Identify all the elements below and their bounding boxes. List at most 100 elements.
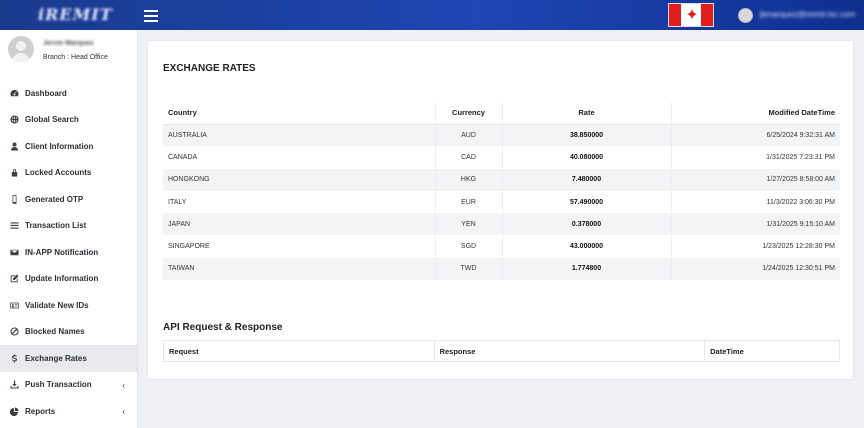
sidebar-item-exchange-rates[interactable]: Exchange Rates: [0, 345, 137, 372]
exchange-rates-table: Country Currency Rate Modified DateTime …: [163, 102, 840, 281]
table-row: AUSTRALIA AUD 38.850000 6/25/2024 9:32:3…: [163, 124, 840, 147]
cell-currency: HKG: [434, 168, 502, 191]
table-row: CANADA CAD 40.080000 1/31/2025 7:23:31 P…: [163, 146, 840, 169]
sidebar-item-label: Validate New IDs: [25, 300, 89, 310]
cell-rate: 7.480000: [501, 168, 671, 191]
sidebar-item-label: Dashboard: [25, 88, 67, 98]
api-request-response-table: Request Response DateTime: [163, 340, 840, 362]
column-header-datetime[interactable]: DateTime: [704, 340, 840, 362]
top-bar: iREMIT ✦ jbmarquez@iremit-inc.com: [0, 0, 864, 30]
cell-rate: 57.490000: [501, 190, 671, 214]
menu-toggle-icon[interactable]: [144, 8, 158, 22]
cell-currency: AUD: [434, 124, 502, 147]
cell-currency: CAD: [434, 146, 502, 169]
sidebar-item-global-search[interactable]: Global Search: [0, 107, 137, 134]
sidebar-nav: Dashboard Global Search Client Informati…: [0, 80, 137, 425]
column-header-response[interactable]: Response: [433, 340, 705, 362]
sidebar-item-dashboard[interactable]: Dashboard: [0, 80, 137, 107]
sidebar-item-label: Generated OTP: [25, 194, 84, 204]
table-row: JAPAN YEN 0.378000 1/31/2025 9:15:10 AM: [163, 213, 840, 236]
cell-country: HONGKONG: [168, 176, 210, 184]
user-avatar[interactable]: [738, 8, 753, 23]
cell-currency: SGD: [434, 235, 502, 258]
cell-modified-datetime: 1/31/2025 7:23:31 PM: [670, 146, 840, 169]
cell-rate: 43.000000: [501, 235, 671, 258]
sidebar-item-label: Push Transaction: [25, 380, 92, 390]
cell-modified-datetime: 11/3/2022 3:06:30 PM: [670, 190, 840, 214]
column-header-country[interactable]: Country: [163, 102, 435, 125]
mobile-icon: [10, 195, 19, 204]
profile-branch: Branch : Head Office: [43, 54, 108, 61]
ban-icon: [10, 327, 19, 336]
table-row: HONGKONG HKG 7.480000 1/27/2025 8:58:00 …: [163, 168, 840, 191]
column-header-request[interactable]: Request: [164, 341, 435, 362]
page-title: EXCHANGE RATES: [163, 63, 256, 74]
column-header-modified-datetime[interactable]: Modified DateTime: [670, 102, 840, 125]
canada-flag-icon[interactable]: ✦: [668, 3, 714, 27]
chevron-left-icon[interactable]: ‹: [122, 381, 125, 390]
sidebar-item-label: IN-APP Notification: [25, 247, 99, 257]
sidebar-item-transaction-list[interactable]: Transaction List: [0, 213, 137, 240]
cell-modified-datetime: 1/23/2025 12:28:30 PM: [670, 235, 840, 258]
dashboard-icon: [10, 89, 19, 98]
cell-currency: YEN: [434, 213, 502, 236]
id-card-icon: [10, 301, 19, 310]
cell-rate: 38.850000: [501, 124, 671, 147]
envelope-icon: [10, 248, 19, 257]
sidebar-item-label: Locked Accounts: [25, 168, 92, 178]
sidebar-item-label: Global Search: [25, 115, 79, 125]
cell-country: CANADA: [168, 153, 198, 161]
user-icon: [10, 142, 19, 151]
sidebar-item-label: Exchange Rates: [25, 353, 87, 363]
cell-country: JAPAN: [168, 220, 191, 228]
cell-modified-datetime: 6/25/2024 9:32:31 AM: [670, 124, 840, 147]
download-icon: [10, 380, 19, 389]
cell-rate: 1.774800: [501, 257, 671, 281]
cell-country: ITALY: [168, 198, 187, 206]
pie-chart-icon: [10, 407, 19, 416]
sidebar-item-label: Client Information: [25, 141, 94, 151]
lock-icon: [10, 168, 19, 177]
table-header-row: Request Response DateTime: [164, 340, 840, 362]
cell-currency: EUR: [434, 190, 502, 214]
sidebar: Jervie Marquez Branch : Head Office Dash…: [0, 30, 138, 428]
table-header-row: Country Currency Rate Modified DateTime: [163, 102, 840, 125]
edit-icon: [10, 274, 19, 283]
sidebar-item-blocked-names[interactable]: Blocked Names: [0, 319, 137, 346]
cell-country: SINGAPORE: [168, 243, 210, 251]
brand-logo[interactable]: iREMIT: [38, 5, 113, 24]
sidebar-item-update-information[interactable]: Update Information: [0, 266, 137, 293]
table-row: TAIWAN TWD 1.774800 1/24/2025 12:30:51 P…: [163, 257, 840, 281]
column-header-rate[interactable]: Rate: [501, 102, 671, 125]
api-section-title: API Request & Response: [163, 322, 283, 333]
cell-modified-datetime: 1/24/2025 12:30:51 PM: [670, 257, 840, 281]
user-email[interactable]: jbmarquez@iremit-inc.com: [760, 10, 855, 19]
sidebar-item-reports[interactable]: Reports ‹: [0, 398, 137, 425]
cell-currency: TWD: [434, 257, 502, 281]
cell-country: TAIWAN: [168, 265, 195, 273]
sidebar-item-push-transaction[interactable]: Push Transaction ‹: [0, 372, 137, 399]
cell-country: AUSTRALIA: [168, 131, 207, 139]
sidebar-item-validate-new-ids[interactable]: Validate New IDs: [0, 292, 137, 319]
column-header-currency[interactable]: Currency: [434, 102, 502, 125]
cell-rate: 40.080000: [501, 146, 671, 169]
table-row: SINGAPORE SGD 43.000000 1/23/2025 12:28:…: [163, 235, 840, 258]
exchange-rates-card: EXCHANGE RATES Country Currency Rate Mod…: [147, 40, 854, 380]
chevron-left-icon[interactable]: ‹: [122, 407, 125, 416]
sidebar-item-generated-otp[interactable]: Generated OTP: [0, 186, 137, 213]
dollar-icon: [10, 354, 19, 363]
globe-icon: [10, 115, 19, 124]
table-row: ITALY EUR 57.490000 11/3/2022 3:06:30 PM: [163, 190, 840, 214]
list-icon: [10, 221, 19, 230]
cell-modified-datetime: 1/27/2025 8:58:00 AM: [670, 168, 840, 191]
sidebar-item-label: Blocked Names: [25, 327, 85, 337]
sidebar-item-label: Reports: [25, 406, 56, 416]
profile-avatar: [8, 36, 34, 62]
cell-modified-datetime: 1/31/2025 9:15:10 AM: [670, 213, 840, 236]
sidebar-item-label: Transaction List: [25, 221, 87, 231]
sidebar-item-locked-accounts[interactable]: Locked Accounts: [0, 160, 137, 187]
profile-name: Jervie Marquez: [43, 40, 94, 47]
sidebar-item-in-app-notification[interactable]: IN-APP Notification: [0, 239, 137, 266]
sidebar-item-client-information[interactable]: Client Information: [0, 133, 137, 160]
sidebar-item-label: Update Information: [25, 274, 99, 284]
